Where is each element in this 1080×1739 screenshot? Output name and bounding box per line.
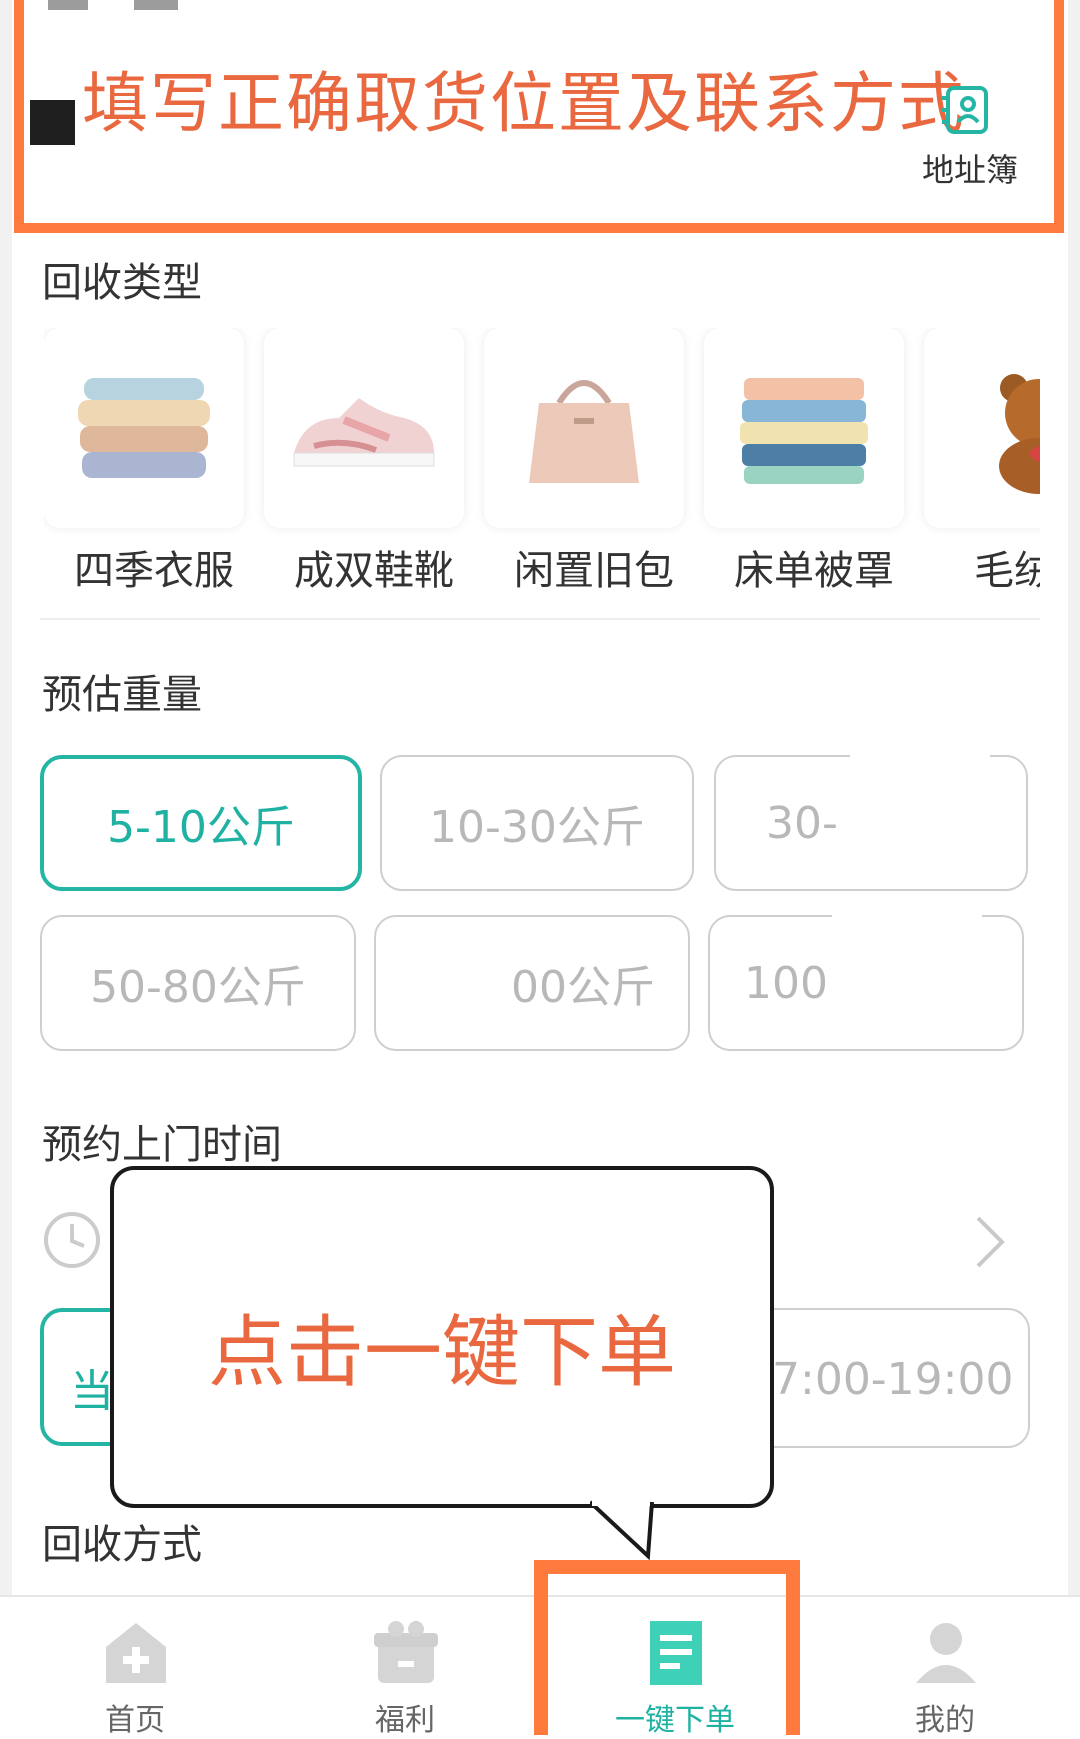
address-prompt[interactable]: 填写正确取货位置及联系方式 <box>82 50 966 146</box>
category-card[interactable] <box>704 328 904 528</box>
callout-text: 点击一键下单 <box>207 1308 676 1398</box>
callout-tail <box>590 1500 654 1560</box>
page: 填写正确取货位置及联系方式 地址簿 回收类型 四季衣服 成双鞋靴 闲置旧包 床单… <box>0 0 1080 1738</box>
category-item[interactable]: 毛绒玩 <box>924 328 1040 594</box>
category-item[interactable]: 成双鞋靴 <box>264 328 464 594</box>
redaction-block <box>30 100 75 145</box>
category-label: 床单被罩 <box>734 548 894 594</box>
erasure-patch <box>850 750 990 870</box>
category-card[interactable] <box>484 328 684 528</box>
clock-icon <box>44 1212 100 1268</box>
recycle-type-title: 回收类型 <box>42 260 202 306</box>
weight-option-10-30[interactable]: 10-30公斤 <box>380 755 694 891</box>
category-card[interactable] <box>924 328 1040 528</box>
order-button-highlight <box>534 1560 800 1735</box>
user-icon <box>916 1623 976 1683</box>
right-margin <box>1068 0 1080 1731</box>
left-margin <box>0 0 12 1731</box>
addressbook-label[interactable]: 地址簿 <box>922 145 1018 191</box>
teddy-bear-icon <box>999 374 1040 494</box>
category-label: 四季衣服 <box>74 548 234 594</box>
weight-option-50-80[interactable]: 50-80公斤 <box>40 915 356 1051</box>
status-bar-fragment <box>48 0 88 10</box>
nav-item-mine[interactable]: 我的 <box>840 1597 1040 1738</box>
handbag-icon <box>529 380 639 483</box>
home-icon <box>106 1623 166 1683</box>
time-slot-today-label: 当 <box>70 1366 114 1417</box>
time-slot-evening-label: 7:00-19:00 <box>772 1354 1014 1405</box>
recycle-method-title: 回收方式 <box>42 1522 202 1568</box>
category-item[interactable]: 四季衣服 <box>44 328 244 594</box>
category-label: 成双鞋靴 <box>294 548 454 594</box>
category-card[interactable] <box>44 328 244 528</box>
weight-option-5-10[interactable]: 5-10公斤 <box>40 755 362 891</box>
folded-clothes-icon <box>78 378 210 478</box>
gift-icon <box>374 1621 438 1683</box>
folded-bedding-icon <box>740 378 868 484</box>
nav-item-home[interactable]: 首页 <box>30 1597 230 1738</box>
weight-title: 预估重量 <box>42 672 202 718</box>
addressbook-icon[interactable] <box>938 82 994 138</box>
section-divider <box>40 618 1040 620</box>
category-card[interactable] <box>264 328 464 528</box>
chevron-right-icon[interactable] <box>970 1214 1010 1270</box>
category-item[interactable]: 床单被罩 <box>704 328 904 594</box>
category-scroller[interactable]: 四季衣服 成双鞋靴 闲置旧包 床单被罩 毛绒 <box>44 328 1040 598</box>
erasure-patch <box>832 905 982 1045</box>
nav-label: 我的 <box>915 1703 975 1738</box>
sneaker-icon <box>293 398 435 467</box>
nav-label: 首页 <box>105 1703 165 1738</box>
erasure-patch <box>390 930 510 1038</box>
category-item[interactable]: 闲置旧包 <box>484 328 684 594</box>
nav-label: 福利 <box>375 1703 435 1738</box>
nav-item-welfare[interactable]: 福利 <box>300 1597 500 1738</box>
category-label: 毛绒玩 <box>974 548 1040 594</box>
category-label: 闲置旧包 <box>514 548 674 594</box>
appointment-title: 预约上门时间 <box>42 1122 282 1168</box>
status-bar-fragment <box>134 0 178 10</box>
